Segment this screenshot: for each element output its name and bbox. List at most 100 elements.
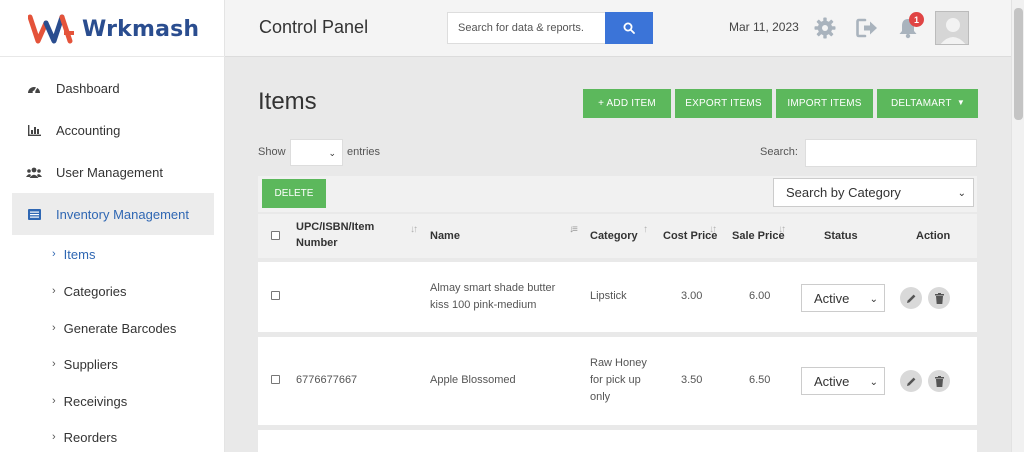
page-header-title: Control Panel	[259, 17, 369, 37]
chevron-down-icon: ⌄	[957, 188, 966, 199]
chevron-down-icon: ⌄	[869, 294, 878, 305]
top-bar: Control Panel Mar 11, 2023	[225, 0, 1011, 57]
settings-gear-icon[interactable]	[813, 16, 837, 40]
chevron-right-icon: ›	[52, 285, 56, 297]
export-items-button[interactable]: EXPORT ITEMS	[675, 89, 772, 118]
sidebar-subitem-label: Items	[63, 246, 96, 262]
chevron-down-icon: ⌄	[328, 148, 336, 158]
select-all-checkbox[interactable]	[271, 231, 280, 240]
sidebar-subitem-items[interactable]: › Items	[52, 243, 95, 265]
cell-category-line: Lipstick	[590, 290, 627, 302]
trash-icon	[934, 375, 944, 387]
sidebar-item-inventory-management[interactable]: Inventory Management	[12, 193, 214, 235]
avatar-placeholder-icon	[936, 12, 968, 44]
divider	[0, 56, 225, 57]
cell-category-line: for pick up	[590, 374, 641, 386]
cell-cost-price: 3.50	[681, 374, 703, 386]
cell-name-line1: Almay smart shade butter	[430, 282, 556, 294]
sidebar: Wrkmash Dashboard Accounting User Manage…	[0, 0, 225, 452]
cell-cost-price: 3.00	[681, 290, 703, 302]
status-select[interactable]: Active ⌄	[801, 284, 885, 312]
category-filter-value: Search by Category	[786, 185, 901, 200]
chevron-right-icon: ›	[52, 248, 56, 260]
cell-category: Lipstick	[590, 288, 627, 305]
column-header-upc-line2: Number	[296, 237, 338, 249]
chevron-right-icon: ›	[52, 395, 56, 407]
user-avatar[interactable]	[935, 11, 969, 45]
edit-button[interactable]	[900, 370, 922, 392]
store-dropdown-label: DELTAMART	[891, 98, 952, 109]
current-date: Mar 11, 2023	[729, 20, 799, 34]
category-filter-select[interactable]: Search by Category ⌄	[773, 178, 974, 207]
chevron-right-icon: ›	[52, 358, 56, 370]
bar-chart-icon	[26, 123, 42, 137]
delete-row-button[interactable]	[928, 370, 950, 392]
add-item-button[interactable]: + ADD ITEM	[583, 89, 671, 118]
sidebar-subitem-label: Generate Barcodes	[63, 320, 177, 336]
column-header-upc-line1: UPC/ISBN/Item	[296, 221, 375, 233]
brand-name: Wrkmash	[82, 16, 200, 42]
dashboard-gauge-icon	[26, 81, 42, 95]
sidebar-subitem-suppliers[interactable]: › Suppliers	[52, 353, 118, 375]
cell-name[interactable]: Almay smart shade butter kiss 100 pink-m…	[430, 280, 555, 314]
scrollbar-thumb[interactable]	[1014, 8, 1023, 120]
sidebar-subitem-receivings[interactable]: › Receivings	[52, 390, 127, 412]
edit-button[interactable]	[900, 287, 922, 309]
sidebar-item-label: Dashboard	[56, 80, 120, 96]
delete-button[interactable]: DELETE	[262, 179, 326, 208]
search-icon	[623, 22, 635, 34]
chevron-right-icon: ›	[52, 431, 56, 443]
cell-category-line: only	[590, 391, 611, 403]
column-header-name[interactable]: Name	[430, 230, 460, 242]
show-label: Show	[258, 146, 286, 158]
row-checkbox[interactable]	[271, 291, 280, 300]
brand-logo[interactable]: Wrkmash	[28, 12, 199, 46]
column-header-upc[interactable]: UPC/ISBN/Item Number	[296, 221, 374, 249]
cell-upc: 6776677667	[296, 374, 358, 386]
cell-name-line1: Apple Blossomed	[430, 374, 516, 386]
sort-icon[interactable]: ↓↑	[778, 224, 786, 235]
chevron-down-icon: ⌄	[869, 377, 878, 388]
chevron-right-icon: ›	[52, 322, 56, 334]
sidebar-item-user-management[interactable]: User Management	[12, 151, 214, 193]
sort-icon[interactable]: ↓↑	[410, 224, 418, 235]
sidebar-item-dashboard[interactable]: Dashboard	[12, 67, 214, 109]
sidebar-item-accounting[interactable]: Accounting	[12, 109, 214, 151]
sidebar-subitem-label: Receivings	[63, 393, 128, 409]
caret-down-icon: ▼	[956, 98, 965, 107]
pencil-icon	[906, 294, 915, 303]
table-search-input[interactable]	[805, 139, 977, 167]
sidebar-subitem-label: Suppliers	[63, 356, 118, 372]
delete-row-button[interactable]	[928, 287, 950, 309]
import-items-button[interactable]: IMPORT ITEMS	[776, 89, 873, 118]
sort-ascending-icon[interactable]: ↓≡	[569, 224, 578, 235]
sort-icon[interactable]: ↑	[643, 224, 648, 235]
sidebar-subitem-reorders[interactable]: › Reorders	[52, 426, 117, 448]
sidebar-subitem-generate-barcodes[interactable]: › Generate Barcodes	[52, 317, 176, 339]
cell-category-line: Raw Honey	[590, 357, 647, 369]
sidebar-subitem-label: Reorders	[63, 429, 118, 445]
page-scrollbar[interactable]	[1011, 0, 1024, 452]
store-dropdown-button[interactable]: DELTAMART ▼	[877, 89, 978, 118]
table-row	[258, 430, 977, 452]
cell-name[interactable]: Apple Blossomed	[430, 372, 516, 389]
logout-icon[interactable]	[855, 16, 879, 40]
sidebar-subitem-label: Categories	[63, 283, 127, 299]
search-input[interactable]	[447, 12, 605, 44]
sidebar-item-label: Inventory Management	[56, 206, 189, 222]
sidebar-subitem-categories[interactable]: › Categories	[52, 280, 127, 302]
status-select[interactable]: Active ⌄	[801, 367, 885, 395]
sort-icon[interactable]: ↓↑	[709, 224, 717, 235]
column-header-category[interactable]: Category	[590, 230, 638, 242]
column-header-sale-price[interactable]: Sale Price	[732, 230, 785, 242]
entries-per-page-select[interactable]: ⌄	[290, 139, 343, 166]
search-button[interactable]	[605, 12, 653, 44]
status-select-value: Active	[814, 290, 850, 306]
row-checkbox[interactable]	[271, 375, 280, 384]
column-header-action: Action	[916, 230, 951, 242]
column-header-status: Status	[824, 230, 858, 242]
cell-sale-price: 6.00	[749, 290, 771, 302]
cell-sale-price: 6.50	[749, 374, 771, 386]
sidebar-item-label: User Management	[56, 164, 163, 180]
entries-label: entries	[347, 146, 381, 158]
